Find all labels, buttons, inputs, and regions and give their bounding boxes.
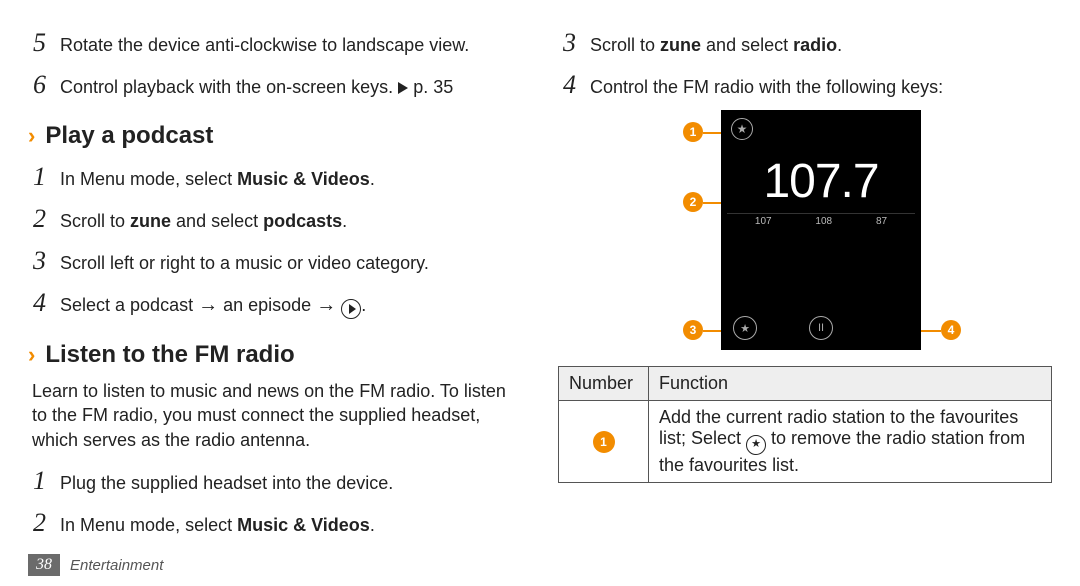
frequency-ticks: 107 108 87 — [727, 213, 915, 227]
favourite-star-icon: ★ — [731, 118, 753, 140]
tick-label: 108 — [815, 216, 832, 227]
text-bold: zune — [660, 35, 701, 55]
text-bold: zune — [130, 211, 171, 231]
text-part: Scroll to — [590, 35, 660, 55]
col-number-header: Number — [559, 367, 649, 401]
step-number: 1 — [28, 466, 46, 496]
step-number: 5 — [28, 28, 46, 58]
step-number: 3 — [558, 28, 576, 58]
text-part: . — [370, 515, 375, 535]
text-part: and select — [701, 35, 793, 55]
section-name: Entertainment — [70, 557, 163, 574]
cell-function: Add the current radio station to the fav… — [649, 401, 1052, 483]
podcast-step-3: 3 Scroll left or right to a music or vid… — [28, 246, 522, 276]
arrow-right-icon: → — [316, 292, 336, 319]
text-part: In Menu mode, select — [60, 169, 237, 189]
table-header-row: Number Function — [559, 367, 1052, 401]
fm-step-1: 1 Plug the supplied headset into the dev… — [28, 466, 522, 496]
step-number: 1 — [28, 162, 46, 192]
step-number: 4 — [28, 288, 46, 318]
callout-badge: 1 — [593, 431, 615, 453]
frequency-display: 107.7 — [727, 154, 915, 209]
fm-step-4: 4 Control the FM radio with the followin… — [558, 70, 1052, 100]
heading-play-podcast: › Play a podcast — [28, 122, 522, 150]
device-figure: 1 2 3 4 ★ 107.7 107 108 87 — [558, 110, 1052, 350]
text-part: and select — [171, 211, 263, 231]
tick-label: 107 — [755, 216, 772, 227]
col-function-header: Function — [649, 367, 1052, 401]
favourite-star-icon: ★ — [733, 316, 757, 340]
podcast-step-4: 4 Select a podcast → an episode → . — [28, 288, 522, 319]
text-bold: Music & Videos — [237, 169, 370, 189]
text-part: . — [361, 295, 366, 315]
pause-icon: II — [809, 316, 833, 340]
page-ref: p. 35 — [413, 77, 453, 97]
play-circle-icon — [341, 299, 361, 319]
podcast-step-2: 2 Scroll to zune and select podcasts. — [28, 204, 522, 234]
tick-label: 87 — [876, 216, 887, 227]
page-footer: 38 Entertainment — [28, 554, 1052, 576]
step-text: Scroll left or right to a music or video… — [60, 251, 522, 275]
text-part: . — [370, 169, 375, 189]
text-part: Select a podcast — [60, 295, 198, 315]
step-text: Select a podcast → an episode → . — [60, 292, 522, 319]
step-text: Rotate the device anti-clockwise to land… — [60, 33, 522, 57]
star-circle-icon: ★ — [746, 435, 766, 455]
fm-step-3: 3 Scroll to zune and select radio. — [558, 28, 1052, 58]
fm-intro-paragraph: Learn to listen to music and news on the… — [32, 379, 522, 452]
function-table: Number Function 1 Add the current radio … — [558, 366, 1052, 483]
step-text: In Menu mode, select Music & Videos. — [60, 167, 522, 191]
step-5: 5 Rotate the device anti-clockwise to la… — [28, 28, 522, 58]
heading-text: Play a podcast — [45, 122, 213, 150]
step-number: 2 — [28, 204, 46, 234]
callout-2: 2 — [683, 192, 703, 212]
step-text: Control playback with the on-screen keys… — [60, 75, 522, 99]
page-number: 38 — [28, 554, 60, 576]
text-bold: Music & Videos — [237, 515, 370, 535]
step-text: Scroll to zune and select podcasts. — [60, 209, 522, 233]
step-number: 3 — [28, 246, 46, 276]
callout-4: 4 — [941, 320, 961, 340]
heading-text: Listen to the FM radio — [45, 341, 294, 369]
text-part: . — [342, 211, 347, 231]
device-screen: ★ 107.7 107 108 87 ★ II — [721, 110, 921, 350]
text-bold: radio — [793, 35, 837, 55]
fm-step-2: 2 In Menu mode, select Music & Videos. — [28, 508, 522, 538]
step-text-part: Control playback with the on-screen keys… — [60, 77, 398, 97]
step-number: 6 — [28, 70, 46, 100]
table-row: 1 Add the current radio station to the f… — [559, 401, 1052, 483]
chevron-right-icon: › — [28, 342, 35, 368]
triangle-right-icon — [398, 82, 408, 94]
step-text: Control the FM radio with the following … — [590, 75, 1052, 99]
step-text: In Menu mode, select Music & Videos. — [60, 513, 522, 537]
step-number: 2 — [28, 508, 46, 538]
text-part: . — [837, 35, 842, 55]
chevron-right-icon: › — [28, 123, 35, 149]
text-part: an episode — [223, 295, 316, 315]
cell-number: 1 — [559, 401, 649, 483]
text-part: In Menu mode, select — [60, 515, 237, 535]
step-number: 4 — [558, 70, 576, 100]
callout-3: 3 — [683, 320, 703, 340]
arrow-right-icon: → — [198, 292, 218, 319]
step-text: Plug the supplied headset into the devic… — [60, 471, 522, 495]
text-bold: podcasts — [263, 211, 342, 231]
step-6: 6 Control playback with the on-screen ke… — [28, 70, 522, 100]
text-part: Scroll to — [60, 211, 130, 231]
heading-fm-radio: › Listen to the FM radio — [28, 341, 522, 369]
step-text: Scroll to zune and select radio. — [590, 33, 1052, 57]
callout-1: 1 — [683, 122, 703, 142]
podcast-step-1: 1 In Menu mode, select Music & Videos. — [28, 162, 522, 192]
